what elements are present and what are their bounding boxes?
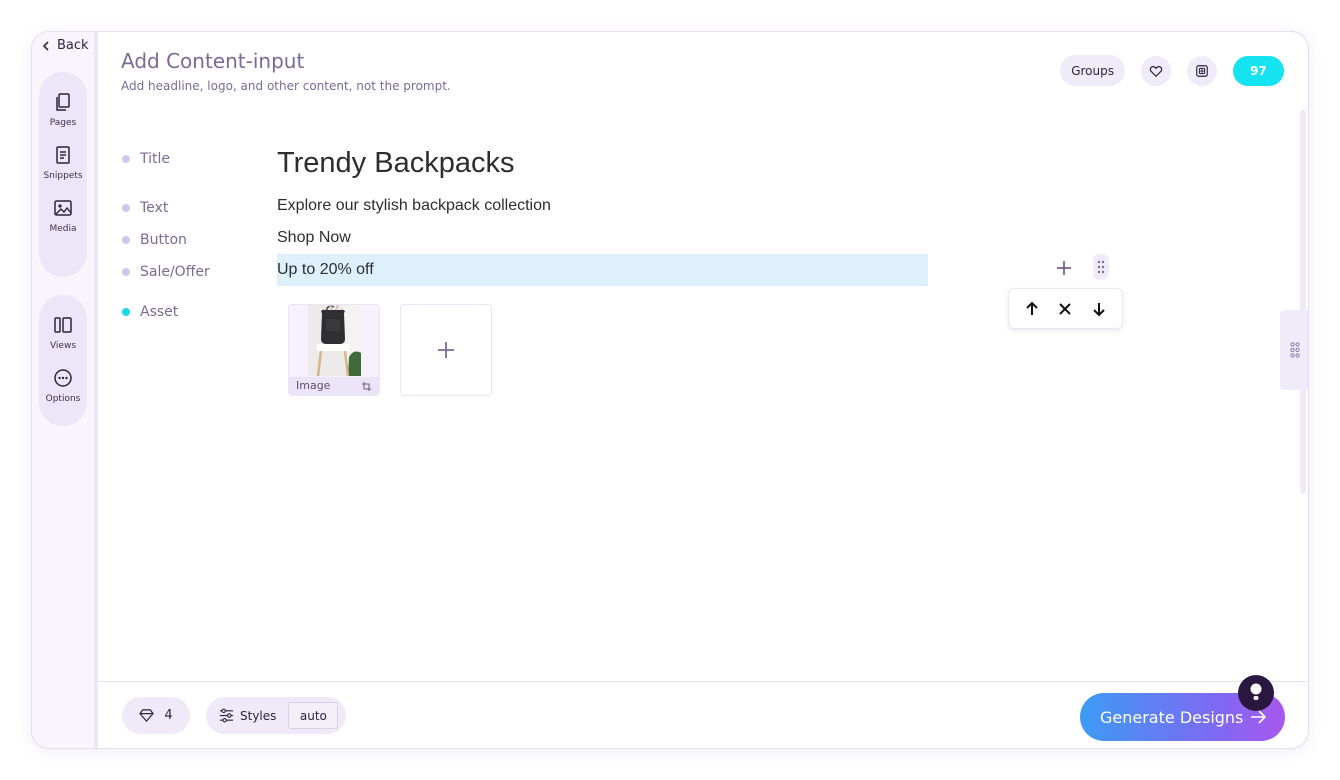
field-label-text-field[interactable]: Text xyxy=(122,200,168,216)
row-toolbar xyxy=(1008,288,1123,329)
field-dot xyxy=(122,204,130,212)
backpack-photo xyxy=(308,305,361,377)
field-label-text: Text xyxy=(140,200,169,216)
arrow-up-icon xyxy=(1026,301,1038,315)
styles-selector[interactable]: Styles auto xyxy=(206,697,346,734)
side-panel-handle[interactable] xyxy=(1280,310,1308,390)
gems-counter[interactable]: 4 xyxy=(122,697,190,734)
snippets-icon xyxy=(56,146,70,164)
field-label-text: Title xyxy=(140,151,171,167)
scrollbar[interactable] xyxy=(1300,110,1306,494)
content-sale-input[interactable]: Up to 20% off xyxy=(277,254,928,286)
diamond-icon xyxy=(139,709,155,723)
content-sale-text: Up to 20% off xyxy=(277,261,374,278)
brand-kit-button[interactable] xyxy=(1187,55,1217,86)
content-title-input[interactable]: Trendy Backpacks xyxy=(277,147,514,180)
crop-icon[interactable] xyxy=(362,382,371,391)
close-icon xyxy=(1059,302,1072,315)
views-icon xyxy=(54,317,72,333)
options-icon xyxy=(54,369,72,387)
nav-options[interactable]: Options xyxy=(39,368,87,404)
asset-thumbnail[interactable]: Image xyxy=(288,304,380,396)
nav-views[interactable]: Views xyxy=(39,315,87,351)
groups-button[interactable]: Groups xyxy=(1060,55,1125,86)
back-label: Back xyxy=(57,38,89,53)
arrow-down-icon xyxy=(1093,302,1105,316)
page-subtitle: Add headline, logo, and other content, n… xyxy=(121,79,451,93)
nav-views-label: Views xyxy=(49,341,77,351)
app-window: Back Pages Snippets Media Views Options … xyxy=(31,31,1309,749)
field-dot xyxy=(122,236,130,244)
nav-group-secondary: Views Options xyxy=(39,295,87,426)
nav-group-primary: Pages Snippets Media xyxy=(39,72,87,277)
footer-divider xyxy=(98,681,1308,682)
nav-pages[interactable]: Pages xyxy=(39,92,87,128)
content-text-input[interactable]: Explore our stylish backpack collection xyxy=(277,197,551,215)
pages-icon xyxy=(56,93,70,111)
back-button[interactable]: Back xyxy=(41,38,89,53)
content-button-input[interactable]: Shop Now xyxy=(277,229,351,247)
field-label-asset[interactable]: Asset xyxy=(122,304,178,320)
page-title: Add Content-input xyxy=(121,49,305,73)
asset-caption-text: Image xyxy=(296,379,331,392)
add-row-icon[interactable] xyxy=(1054,258,1074,278)
nav-pages-label: Pages xyxy=(49,118,77,128)
gems-count: 4 xyxy=(164,708,173,723)
drag-handle-icon xyxy=(1290,342,1300,358)
field-label-text: Asset xyxy=(140,304,179,320)
top-actions: Groups 97 xyxy=(1060,55,1284,86)
delete-row-button[interactable] xyxy=(1054,298,1076,320)
move-down-button[interactable] xyxy=(1088,298,1110,320)
field-label-sale[interactable]: Sale/Offer xyxy=(122,264,210,280)
nav-snippets[interactable]: Snippets xyxy=(39,145,87,181)
field-label-button[interactable]: Button xyxy=(122,232,187,248)
field-dot xyxy=(122,155,130,163)
nav-snippets-label: Snippets xyxy=(43,171,83,181)
generate-label: Generate Designs xyxy=(1100,707,1244,727)
field-dot-active xyxy=(122,308,130,316)
field-dot xyxy=(122,268,130,276)
heart-icon xyxy=(1149,65,1163,77)
credits-badge[interactable]: 97 xyxy=(1233,55,1284,86)
nav-media-label: Media xyxy=(49,224,77,234)
media-icon xyxy=(54,200,72,216)
nav-options-label: Options xyxy=(45,394,81,404)
styles-label: Styles xyxy=(240,708,277,723)
sliders-icon xyxy=(219,708,234,723)
styles-value-field[interactable]: auto xyxy=(288,702,339,729)
nav-media[interactable]: Media xyxy=(39,198,87,234)
field-label-text: Button xyxy=(140,232,187,248)
rail-divider xyxy=(94,32,98,748)
chevron-left-icon xyxy=(42,40,49,51)
favorite-button[interactable] xyxy=(1141,55,1171,86)
plus-icon xyxy=(438,342,454,358)
palette-icon xyxy=(1196,64,1208,77)
row-drag-handle[interactable] xyxy=(1093,254,1109,280)
assistant-icon xyxy=(1250,683,1262,700)
drag-handle-icon xyxy=(1097,260,1105,274)
move-up-button[interactable] xyxy=(1021,298,1043,320)
left-rail: Back Pages Snippets Media Views Options xyxy=(32,32,98,748)
field-label-text: Sale/Offer xyxy=(140,264,210,280)
assistant-avatar[interactable] xyxy=(1238,675,1274,711)
add-asset-button[interactable] xyxy=(400,304,492,396)
field-label-title[interactable]: Title xyxy=(122,151,170,167)
